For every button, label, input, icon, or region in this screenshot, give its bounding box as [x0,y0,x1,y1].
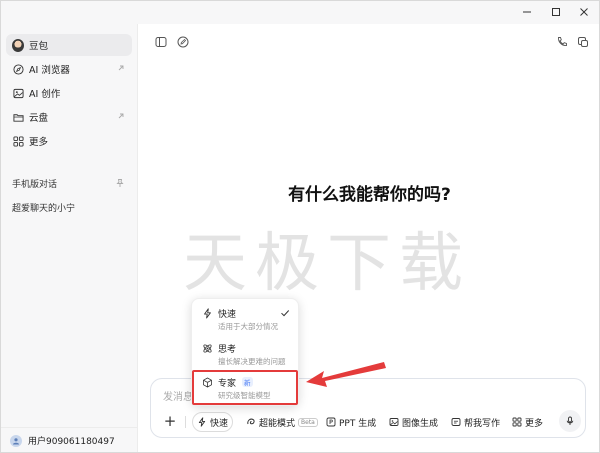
lightning-icon [198,417,206,427]
beta-badge: Beta [298,417,318,427]
sidebar-toggle-icon [155,37,167,47]
mode-select-button[interactable]: 快速 [192,412,234,432]
sidebar-item-doubao[interactable]: 豆包 [6,34,132,56]
grid-icon [12,135,24,147]
swirl-icon [247,418,255,425]
close-window-button[interactable] [575,4,593,20]
sidebar-item-cloud-drive[interactable]: 云盘 [6,106,132,128]
mode-label: 快速 [210,418,229,429]
sidebar-item-ai-browser[interactable]: AI 浏览器 [6,58,132,80]
microphone-icon [566,416,574,425]
image-icon [12,87,24,99]
sidebar-item-label: 豆包 [29,41,49,52]
voice-input-button[interactable] [559,410,581,432]
pin-icon[interactable] [115,178,125,188]
mode-dropdown: 快速 适用于大部分情况 思考 擅长解决更难的问题 专家 新 研究级智能模型 [191,298,299,406]
lightning-icon [204,308,211,319]
title-bar [0,0,600,24]
super-mode-button[interactable]: 超能模式 Beta [242,412,322,432]
mode-option-desc: 擅长解决更难的问题 [218,357,286,366]
cube-icon [203,377,212,388]
minimize-button[interactable] [518,4,536,20]
writing-help-button[interactable]: 帮我写作 [447,412,504,432]
folder-icon [12,111,24,123]
window-icon [578,37,588,47]
doubao-avatar [12,38,24,52]
mode-option-title: 思考 [218,345,237,355]
external-link-icon [118,113,124,119]
mode-option-desc: 适用于大部分情况 [218,322,278,331]
close-icon [580,8,588,16]
toolbar-divider [185,416,186,428]
mode-option-fast[interactable]: 快速 适用于大部分情况 [196,303,296,335]
super-mode-label: 超能模式 [259,418,296,429]
sidebar-item-ai-create[interactable]: AI 创作 [6,82,132,104]
sidebar-item-more[interactable]: 更多 [6,130,132,152]
phone-icon [558,37,567,46]
external-link-icon [118,65,124,71]
conversation-item[interactable]: 超爱聊天的小宁 [12,201,75,214]
user-avatar-icon [10,434,22,447]
annotation-arrow-icon [306,362,386,387]
user-name: 用户909061180497 [28,437,115,447]
window-mode-button[interactable] [577,36,589,48]
maximize-button[interactable] [547,4,565,20]
user-profile[interactable]: 用户909061180497 [0,427,138,453]
ppt-icon [326,417,336,427]
pen-icon [451,418,461,426]
check-icon [281,310,290,317]
mode-option-expert[interactable]: 专家 新 研究级智能模型 [196,372,296,404]
new-badge: 新 [242,377,253,387]
sidebar-item-label: AI 创作 [29,89,61,100]
image-generate-label: 图像生成 [402,418,439,429]
call-button[interactable] [556,36,568,48]
minimize-icon [523,11,531,13]
maximize-icon [552,8,560,16]
mode-option-think[interactable]: 思考 擅长解决更难的问题 [196,338,296,370]
welcome-headline: 有什么我能帮你的吗? [288,185,451,205]
new-chat-button[interactable] [177,36,189,48]
more-tools-label: 更多 [525,418,544,429]
message-input[interactable]: 发消息 [163,388,193,403]
more-tools-button[interactable]: 更多 [508,412,547,432]
plus-icon: + [163,412,177,430]
mode-option-desc: 研究级智能模型 [218,391,271,400]
writing-help-label: 帮我写作 [464,418,501,429]
sidebar-item-label: AI 浏览器 [29,65,70,76]
sidebar-item-label: 更多 [29,137,49,148]
toggle-sidebar-button[interactable] [155,36,167,48]
image-generate-button[interactable]: 图像生成 [385,412,442,432]
compass-icon [12,63,24,75]
sidebar: 豆包 AI 浏览器 AI 创作 云盘 更多 手机版对话 超爱聊天的小宁 用户90… [0,24,138,453]
ppt-generate-label: PPT 生成 [339,418,377,429]
grid-icon [512,417,522,427]
mode-option-title: 专家 [218,379,237,389]
sidebar-item-label: 云盘 [29,113,49,124]
watermark: 天极下载 [183,227,471,301]
ppt-generate-button[interactable]: PPT 生成 [322,412,380,432]
edit-icon [177,36,189,48]
mode-option-title: 快速 [218,310,237,320]
picture-icon [389,418,399,426]
mobile-conversations-title: 手机版对话 [12,180,58,190]
atom-icon [203,344,212,353]
add-attachment-button[interactable]: + [162,412,178,430]
